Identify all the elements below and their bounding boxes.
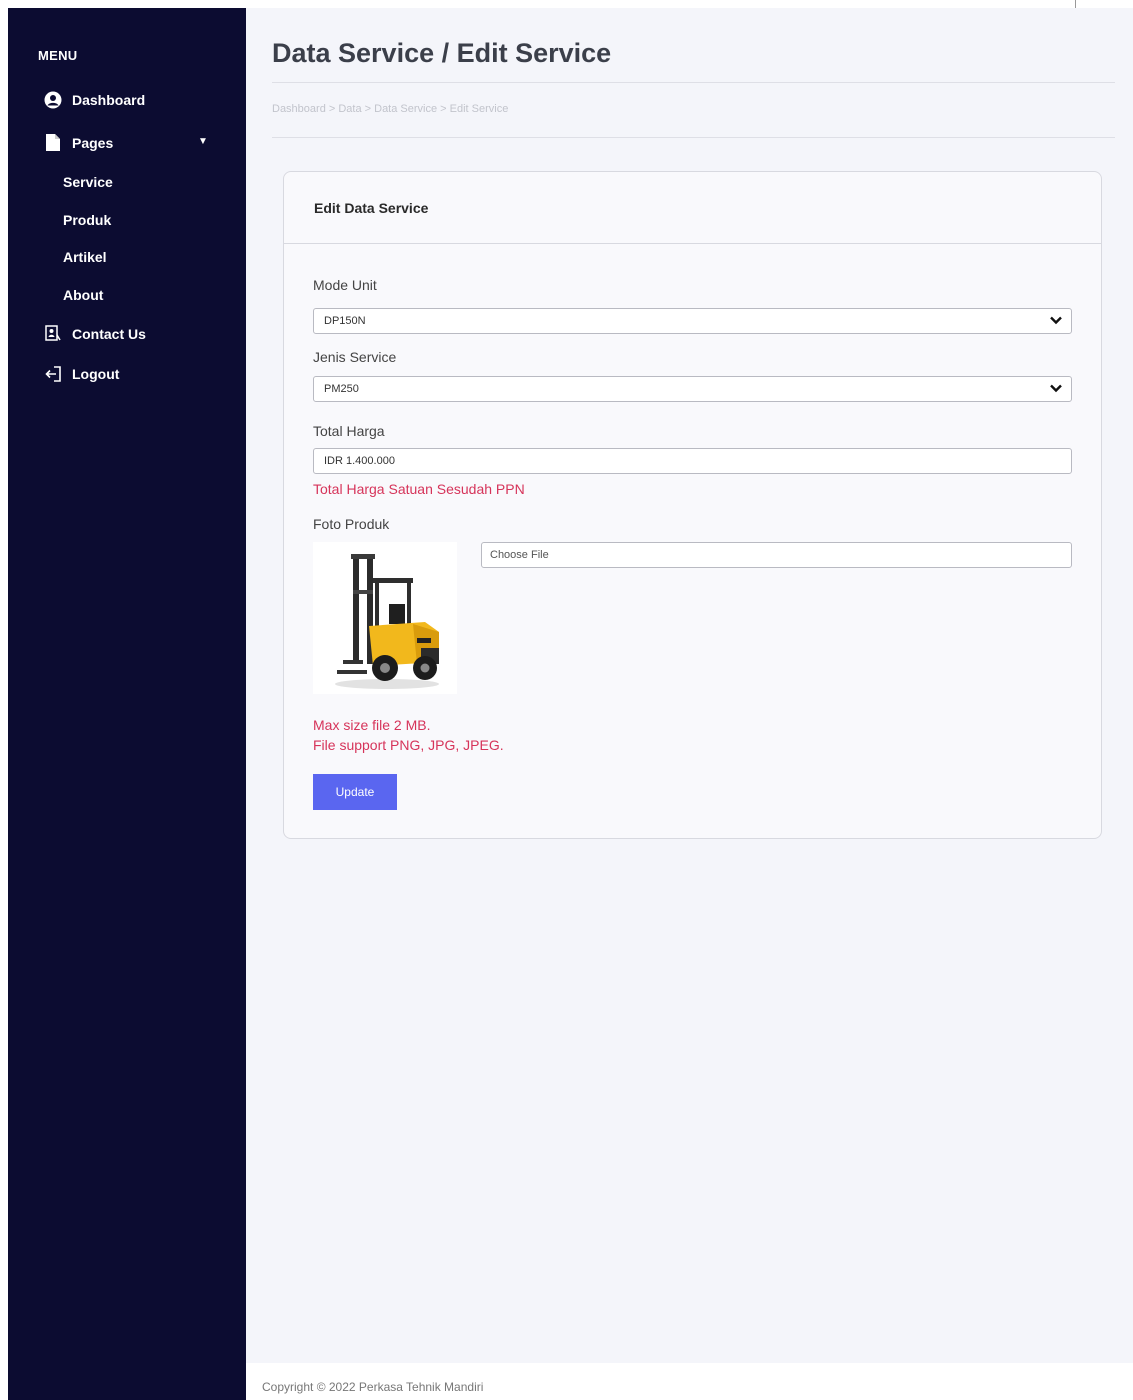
user-circle-icon (42, 91, 64, 109)
main-content: Data Service / Edit Service Dashboard > … (246, 8, 1133, 1363)
choose-file-input[interactable]: Choose File (481, 542, 1072, 568)
sidebar-item-dashboard[interactable]: Dashboard (42, 91, 145, 109)
file-icon (42, 134, 64, 151)
sidebar: MENU Dashboard Pages ▼ Service Produk Ar… (8, 8, 246, 1400)
menu-title: MENU (38, 48, 78, 63)
page-title: Data Service / Edit Service (272, 38, 612, 68)
file-support-hint: File support PNG, JPG, JPEG. (313, 737, 504, 753)
sidebar-item-contact-us[interactable]: Contact Us (42, 325, 146, 342)
max-size-hint: Max size file 2 MB. (313, 717, 431, 733)
logout-icon (42, 366, 64, 382)
chevron-down-icon (1050, 316, 1062, 325)
caret-down-icon[interactable]: ▼ (198, 136, 208, 147)
sidebar-subitem-about[interactable]: About (63, 287, 103, 303)
mode-unit-value: DP150N (324, 315, 366, 327)
jenis-service-label: Jenis Service (313, 349, 397, 365)
contact-icon (42, 325, 64, 342)
update-button[interactable]: Update (313, 774, 397, 810)
breadcrumb[interactable]: Dashboard > Data > Data Service > Edit S… (272, 103, 508, 115)
breadcrumb-divider (272, 137, 1115, 138)
sidebar-item-pages[interactable]: Pages (42, 134, 113, 151)
choose-file-label: Choose File (490, 549, 549, 561)
total-harga-hint: Total Harga Satuan Sesudah PPN (313, 481, 525, 497)
product-photo (313, 542, 457, 694)
jenis-service-value: PM250 (324, 383, 359, 395)
foto-produk-label: Foto Produk (313, 516, 390, 532)
total-harga-input[interactable]: IDR 1.400.000 (313, 448, 1072, 474)
footer-copyright: Copyright © 2022 Perkasa Tehnik Mandiri (262, 1380, 484, 1394)
chevron-down-icon (1050, 384, 1062, 393)
forklift-image (313, 542, 457, 694)
edit-service-card: Edit Data Service Mode Unit DP150N Jenis… (283, 171, 1102, 839)
sidebar-item-label: Logout (72, 366, 120, 382)
sidebar-item-label: Pages (72, 134, 114, 151)
card-title: Edit Data Service (314, 200, 429, 216)
mode-unit-select[interactable]: DP150N (313, 308, 1072, 334)
sidebar-subitem-artikel[interactable]: Artikel (63, 249, 107, 265)
jenis-service-select[interactable]: PM250 (313, 376, 1072, 402)
sidebar-item-logout[interactable]: Logout (42, 366, 119, 382)
sidebar-subitem-service[interactable]: Service (63, 174, 113, 190)
total-harga-value: IDR 1.400.000 (324, 455, 395, 467)
sidebar-item-label: Contact Us (72, 325, 146, 342)
mode-unit-label: Mode Unit (313, 277, 377, 293)
sidebar-subitem-produk[interactable]: Produk (63, 212, 111, 228)
total-harga-label: Total Harga (313, 423, 385, 439)
card-header: Edit Data Service (284, 172, 1101, 244)
sidebar-item-label: Dashboard (72, 92, 146, 108)
title-divider (272, 82, 1115, 83)
